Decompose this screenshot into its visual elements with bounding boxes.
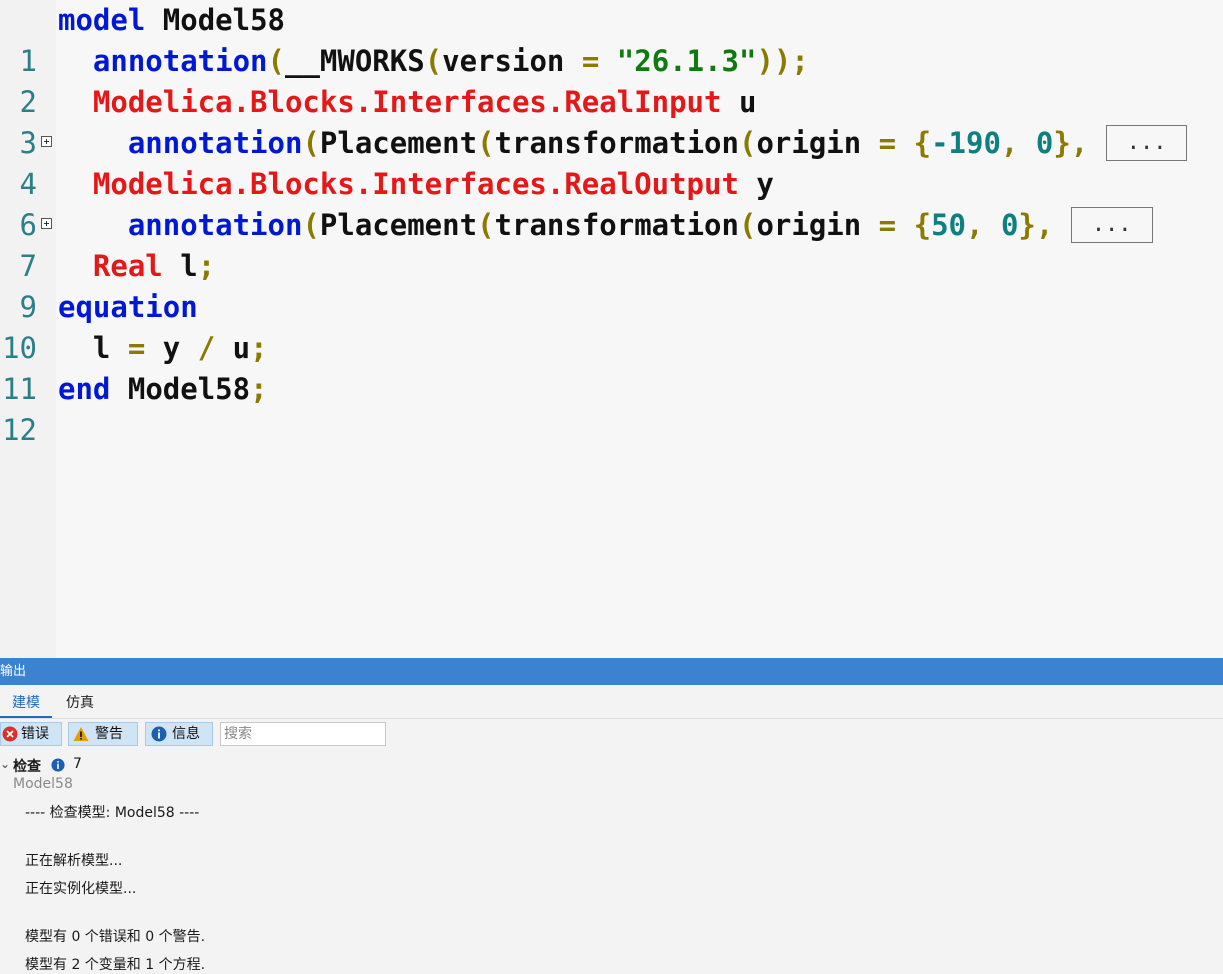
paren: ( — [477, 208, 495, 242]
keyword: end — [58, 372, 111, 406]
warning-icon — [73, 727, 89, 741]
code-editor[interactable]: 1 model Model58 2 annotation(__MWORKS(ve… — [0, 0, 1223, 658]
variable: u — [232, 331, 251, 365]
message-line: 正在解析模型... — [25, 853, 123, 869]
number-literal: 0 — [1000, 208, 1019, 242]
message-count: 7 — [73, 756, 82, 772]
code-line[interactable]: 2 annotation(__MWORKS(version = "26.1.3"… — [0, 41, 1223, 119]
search-input[interactable] — [220, 722, 386, 746]
message-line: ---- 检查模型: Model58 ---- — [25, 805, 200, 821]
operator: = — [127, 331, 146, 365]
identifier: Placement — [319, 208, 478, 242]
variable: y — [756, 167, 774, 201]
paren: ( — [302, 208, 320, 242]
identifier: transformation — [494, 126, 739, 160]
variable: y — [162, 331, 181, 365]
class-reference: Modelica.Blocks.Interfaces.RealInput — [92, 85, 722, 119]
message-line: 正在实例化模型... — [25, 881, 137, 897]
code-line[interactable]: 11 l = y / u; — [0, 328, 1223, 406]
folded-code-button[interactable]: ... — [1070, 207, 1153, 243]
code-line[interactable]: 6 Modelica.Blocks.Interfaces.RealOutput … — [0, 164, 1223, 242]
operator: = — [878, 126, 897, 160]
identifier: Placement — [319, 126, 478, 160]
code-line[interactable]: 7 annotation(Placement(transformation(or… — [0, 205, 1223, 283]
keyword: equation — [58, 290, 198, 324]
identifier: transformation — [494, 208, 739, 242]
folded-code-button[interactable]: ... — [1105, 125, 1188, 161]
code-line[interactable]: 10 equation — [0, 287, 1223, 365]
code-line[interactable]: 3 Modelica.Blocks.Interfaces.RealInput u — [0, 82, 1223, 160]
comma: , — [1070, 126, 1089, 160]
identifier: origin — [756, 208, 862, 242]
model-name: Model58 — [162, 3, 285, 37]
annotation-keyword: annotation — [127, 208, 303, 242]
type-keyword: Real — [92, 249, 163, 283]
warning-filter-label: 警告 — [95, 726, 123, 742]
variable: l — [180, 249, 198, 283]
comma: , — [966, 208, 984, 242]
number-literal: -190 — [931, 126, 1001, 160]
number-literal: 50 — [931, 208, 966, 242]
variable: u — [738, 85, 757, 119]
string-literal: "26.1.3" — [616, 44, 757, 78]
paren: ( — [738, 208, 757, 242]
identifier: version — [442, 44, 565, 78]
brace: { — [913, 208, 932, 242]
output-panel-title: 输出 — [0, 664, 27, 679]
code-line[interactable]: 9 Real l; — [0, 246, 1223, 324]
error-filter-label: 错误 — [21, 726, 49, 742]
comma: , — [1000, 126, 1019, 160]
paren: )); — [756, 44, 809, 78]
brace: } — [1053, 126, 1071, 160]
paren: ( — [477, 126, 495, 160]
line-number: 12 — [2, 413, 37, 447]
paren: ( — [738, 126, 757, 160]
operator: / — [197, 331, 216, 365]
info-icon — [51, 758, 65, 772]
identifier: __MWORKS — [285, 44, 425, 78]
class-reference: Modelica.Blocks.Interfaces.RealOutput — [92, 167, 739, 201]
tab-modeling[interactable]: 建模 — [0, 685, 52, 718]
semicolon: ; — [197, 249, 216, 283]
annotation-keyword: annotation — [92, 44, 268, 78]
operator: = — [878, 208, 897, 242]
check-group-label[interactable]: 检查 — [13, 756, 41, 776]
collapse-chevron-icon[interactable]: ⌄ — [0, 757, 10, 771]
filter-toolbar: 错误 警告 信息 — [0, 720, 1223, 748]
expand-fold-icon[interactable] — [41, 218, 52, 229]
message-line: 模型有 0 个错误和 0 个警告. — [25, 929, 206, 945]
info-icon — [151, 726, 167, 742]
output-tabs: 建模 仿真 — [0, 685, 1223, 719]
output-panel-header: 输出 — [0, 658, 1223, 685]
message-line: 模型有 2 个变量和 1 个方程. — [25, 957, 206, 973]
code-line[interactable]: 1 model Model58 — [0, 0, 1223, 78]
info-filter-label: 信息 — [172, 726, 200, 742]
code-line[interactable]: 12 end Model58; — [0, 369, 1223, 447]
semicolon: ; — [250, 372, 268, 406]
tab-simulation[interactable]: 仿真 — [66, 685, 94, 718]
comma: , — [1035, 208, 1054, 242]
keyword: model — [58, 3, 146, 37]
identifier: origin — [756, 126, 862, 160]
expand-fold-icon[interactable] — [41, 136, 52, 147]
paren: ( — [267, 44, 285, 78]
operator: = — [581, 44, 600, 78]
annotation-keyword: annotation — [127, 126, 303, 160]
error-icon — [2, 726, 18, 742]
brace: } — [1018, 208, 1036, 242]
info-filter-button[interactable]: 信息 — [145, 722, 213, 746]
model-name: Model58 — [127, 372, 251, 406]
check-model-name: Model58 — [13, 776, 73, 792]
warning-filter-button[interactable]: 警告 — [68, 722, 138, 746]
paren: ( — [424, 44, 443, 78]
brace: { — [913, 126, 932, 160]
error-filter-button[interactable]: 错误 — [0, 722, 62, 746]
output-panel: 建模 仿真 错误 警告 信息 搜索 ⌄ 检查 7 Model58 ---- 检查… — [0, 685, 1223, 973]
number-literal: 0 — [1035, 126, 1054, 160]
semicolon: ; — [250, 331, 268, 365]
variable: l — [92, 331, 111, 365]
code-line[interactable]: 4 annotation(Placement(transformation(or… — [0, 123, 1223, 201]
paren: ( — [302, 126, 320, 160]
